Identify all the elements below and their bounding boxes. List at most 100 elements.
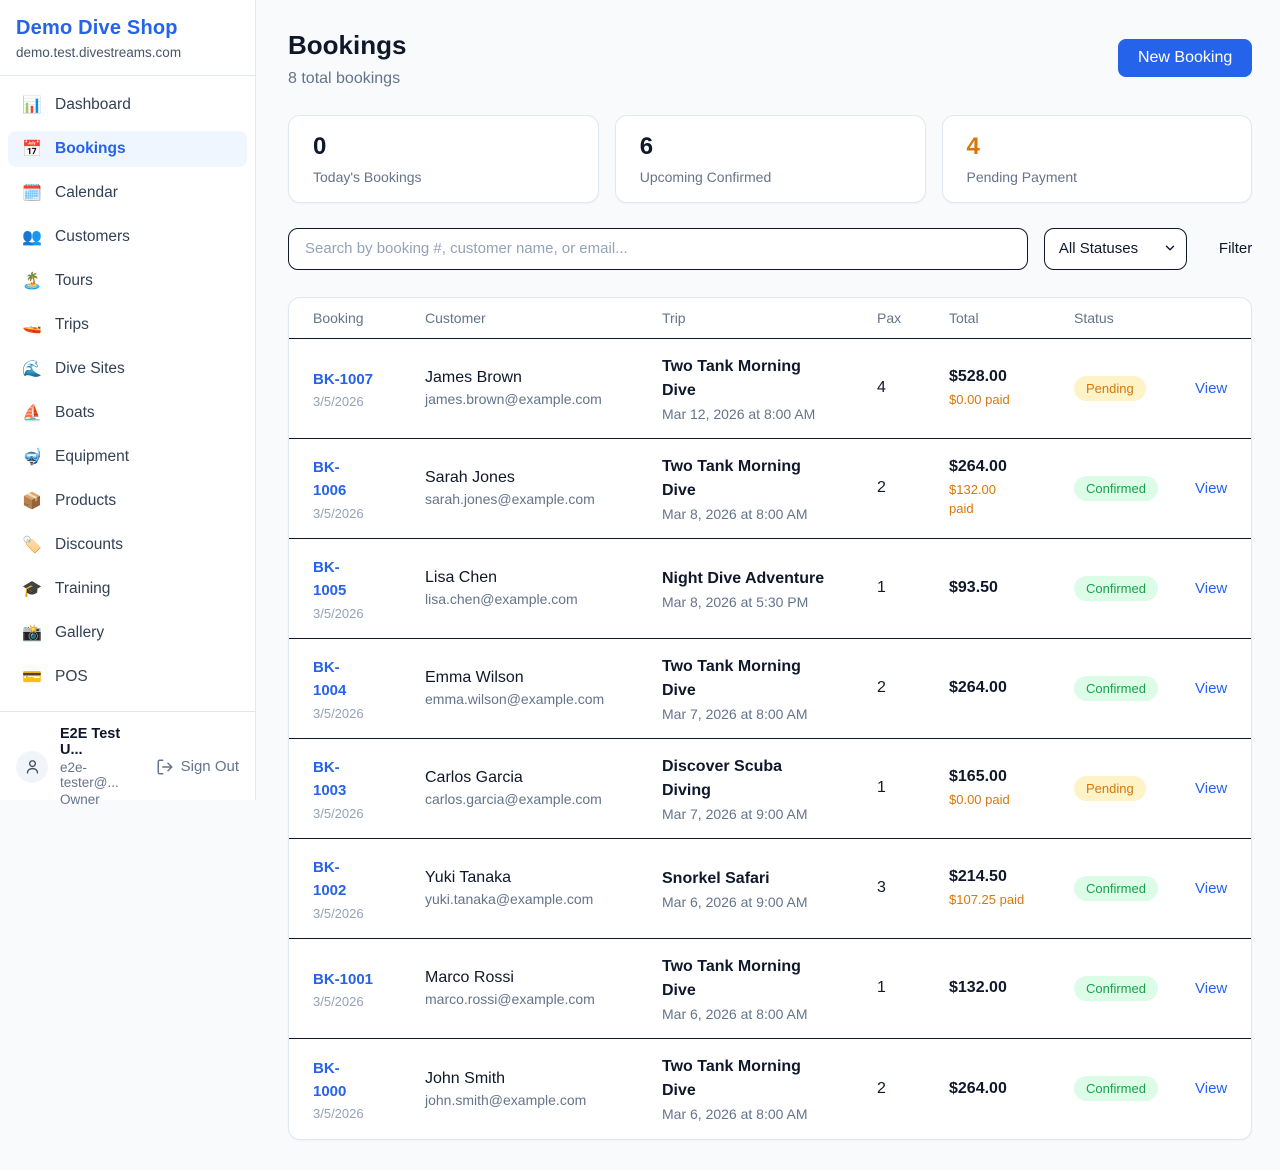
table-row: BK-1007 3/5/2026 James Brown james.brown… (289, 339, 1251, 439)
nav-item-label: Training (55, 580, 110, 598)
view-link[interactable]: View (1195, 480, 1227, 497)
customer-cell: Marco Rossi marco.rossi@example.com (425, 969, 662, 1007)
trip-name: Snorkel Safari (662, 867, 877, 891)
user-icon (24, 758, 41, 775)
column-header-trip: Trip (662, 310, 877, 326)
customer-email: emma.wilson@example.com (425, 691, 662, 707)
status-badge: Confirmed (1074, 576, 1158, 601)
paid-amount: $107.25 paid (949, 890, 1074, 910)
trip-date: Mar 6, 2026 at 8:00 AM (662, 1006, 877, 1022)
customer-name: Yuki Tanaka (425, 869, 662, 887)
status-badge: Confirmed (1074, 476, 1158, 501)
total-amount: $528.00 (949, 368, 1074, 386)
booking-cell: BK- 1006 3/5/2026 (313, 456, 425, 521)
trip-cell: Two Tank Morning Dive Mar 12, 2026 at 8:… (662, 355, 877, 422)
booking-id-link[interactable]: BK-1001 (313, 968, 425, 991)
trip-name: Two Tank Morning Dive (662, 455, 877, 503)
view-link[interactable]: View (1195, 1080, 1227, 1097)
booking-cell: BK- 1002 3/5/2026 (313, 856, 425, 921)
pax-value: 3 (877, 879, 949, 897)
booking-date: 3/5/2026 (313, 706, 425, 721)
booking-id-link[interactable]: BK- 1005 (313, 556, 425, 603)
user-role: Owner (60, 792, 144, 807)
sidebar-item-gallery[interactable]: 📸 Gallery (8, 615, 247, 651)
stat-label: Today's Bookings (313, 169, 574, 185)
total-amount: $264.00 (949, 458, 1074, 476)
sidebar-item-equipment[interactable]: 🤿 Equipment (8, 439, 247, 475)
sidebar-item-discounts[interactable]: 🏷️ Discounts (8, 527, 247, 563)
user-info: E2E Test U... e2e-tester@... Owner (60, 726, 144, 807)
view-link[interactable]: View (1195, 580, 1227, 597)
trip-name: Night Dive Adventure (662, 567, 877, 591)
booking-cell: BK- 1004 3/5/2026 (313, 656, 425, 721)
view-link[interactable]: View (1195, 880, 1227, 897)
total-cell: $214.50 $107.25 paid (949, 868, 1074, 910)
nav-item-label: Trips (55, 316, 89, 334)
customer-email: yuki.tanaka@example.com (425, 891, 662, 907)
tours-icon: 🏝️ (22, 271, 42, 291)
trip-date: Mar 8, 2026 at 8:00 AM (662, 506, 877, 522)
booking-id-link[interactable]: BK- 1000 (313, 1057, 425, 1104)
sidebar-item-customers[interactable]: 👥 Customers (8, 219, 247, 255)
status-filter-select[interactable]: All Statuses (1044, 228, 1187, 270)
sidebar-item-products[interactable]: 📦 Products (8, 483, 247, 519)
trip-name: Two Tank Morning Dive (662, 1055, 877, 1103)
customer-name: Carlos Garcia (425, 769, 662, 787)
page-subtitle: 8 total bookings (288, 70, 406, 88)
nav-item-label: Products (55, 492, 116, 510)
gallery-icon: 📸 (22, 623, 42, 643)
view-link[interactable]: View (1195, 780, 1227, 797)
sidebar-item-training[interactable]: 🎓 Training (8, 571, 247, 607)
booking-id-link[interactable]: BK-1007 (313, 368, 425, 391)
booking-cell: BK-1007 3/5/2026 (313, 368, 425, 409)
view-link[interactable]: View (1195, 680, 1227, 697)
stat-card-todays-bookings: 0 Today's Bookings (288, 115, 599, 203)
customer-cell: Sarah Jones sarah.jones@example.com (425, 469, 662, 507)
sidebar-item-trips[interactable]: 🚤 Trips (8, 307, 247, 343)
trip-date: Mar 12, 2026 at 8:00 AM (662, 406, 877, 422)
total-amount: $132.00 (949, 979, 1074, 997)
pax-value: 1 (877, 579, 949, 597)
brand-domain: demo.test.divestreams.com (16, 45, 239, 60)
booking-id-link[interactable]: BK- 1003 (313, 756, 425, 803)
booking-id-link[interactable]: BK- 1006 (313, 456, 425, 503)
customer-name: John Smith (425, 1070, 662, 1088)
customer-email: lisa.chen@example.com (425, 591, 662, 607)
booking-date: 3/5/2026 (313, 906, 425, 921)
sidebar-item-boats[interactable]: ⛵ Boats (8, 395, 247, 431)
search-input[interactable] (288, 228, 1028, 270)
booking-id-link[interactable]: BK- 1004 (313, 656, 425, 703)
total-amount: $264.00 (949, 1080, 1074, 1098)
user-section: E2E Test U... e2e-tester@... Owner Sign … (0, 711, 255, 821)
booking-cell: BK- 1000 3/5/2026 (313, 1057, 425, 1122)
table-row: BK-1001 3/5/2026 Marco Rossi marco.rossi… (289, 939, 1251, 1039)
booking-date: 3/5/2026 (313, 1106, 425, 1121)
trip-date: Mar 6, 2026 at 8:00 AM (662, 1106, 877, 1122)
filter-button[interactable]: Filter (1219, 240, 1252, 257)
stat-value: 4 (967, 133, 1228, 162)
sign-out-button[interactable]: Sign Out (156, 758, 239, 776)
boats-icon: ⛵ (22, 403, 42, 423)
sidebar-item-dashboard[interactable]: 📊 Dashboard (8, 87, 247, 123)
sidebar-item-pos[interactable]: 💳 POS (8, 659, 247, 695)
status-badge: Confirmed (1074, 876, 1158, 901)
status-cell: Confirmed (1074, 976, 1195, 1001)
new-booking-button[interactable]: New Booking (1118, 39, 1252, 77)
status-cell: Pending (1074, 776, 1195, 801)
nav-item-label: Bookings (55, 140, 126, 158)
training-icon: 🎓 (22, 579, 42, 599)
booking-id-link[interactable]: BK- 1002 (313, 856, 425, 903)
pos-icon: 💳 (22, 667, 42, 687)
column-header-customer: Customer (425, 310, 662, 326)
sidebar-item-bookings[interactable]: 📅 Bookings (8, 131, 247, 167)
column-header-total: Total (949, 310, 1074, 326)
status-cell: Confirmed (1074, 476, 1195, 501)
status-cell: Confirmed (1074, 876, 1195, 901)
view-link[interactable]: View (1195, 980, 1227, 997)
sidebar-item-tours[interactable]: 🏝️ Tours (8, 263, 247, 299)
sidebar-item-calendar[interactable]: 🗓️ Calendar (8, 175, 247, 211)
trip-cell: Night Dive Adventure Mar 8, 2026 at 5:30… (662, 567, 877, 610)
sidebar-item-dive-sites[interactable]: 🌊 Dive Sites (8, 351, 247, 387)
view-link[interactable]: View (1195, 380, 1227, 397)
trip-cell: Two Tank Morning Dive Mar 7, 2026 at 8:0… (662, 655, 877, 722)
